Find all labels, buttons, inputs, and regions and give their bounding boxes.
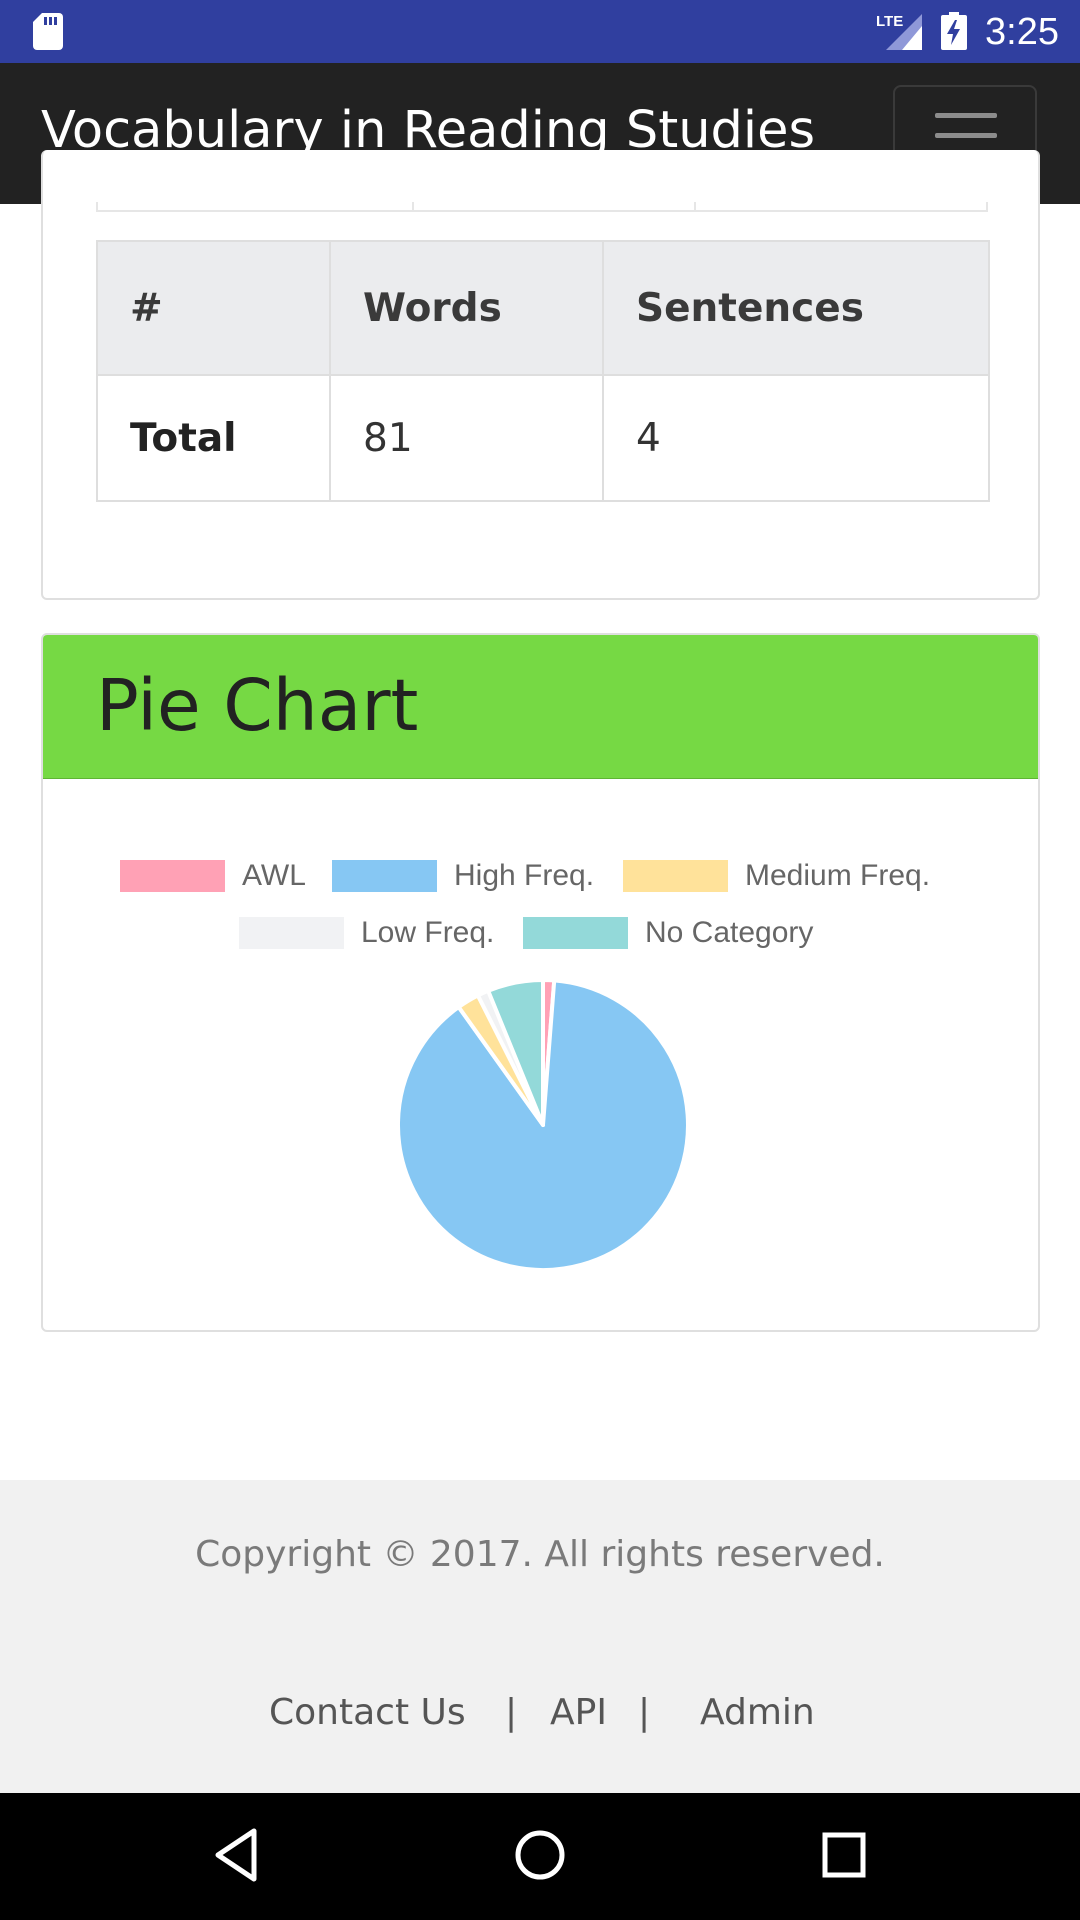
sd-card-icon: [33, 13, 63, 50]
legend-swatch: [623, 860, 728, 892]
row-label-total: Total: [96, 374, 331, 502]
admin-link[interactable]: Admin: [700, 1688, 815, 1738]
api-link[interactable]: API: [550, 1688, 607, 1738]
home-icon[interactable]: [513, 1827, 567, 1883]
legend-swatch: [120, 860, 225, 892]
copyright-text: Copyright © 2017. All rights reserved.: [195, 1534, 885, 1575]
back-icon[interactable]: [214, 1827, 258, 1883]
column-header-number: #: [96, 240, 331, 376]
pie-card-header: Pie Chart: [43, 635, 1038, 779]
total-words-value: 81: [329, 374, 604, 502]
legend-label-medium-freq: Medium Freq.: [745, 859, 931, 892]
battery-charging-icon: [941, 12, 967, 50]
counts-table: # Words Sentences Total 81 4: [96, 240, 990, 502]
hamburger-menu-icon-bar: [935, 133, 997, 138]
lte-signal-icon: LTE: [876, 13, 922, 50]
system-navigation-bar: [0, 1793, 1080, 1920]
network-type-label: LTE: [876, 13, 903, 30]
table-row: Total 81 4: [96, 374, 990, 502]
recents-icon[interactable]: [821, 1827, 867, 1883]
column-header-words: Words: [329, 240, 604, 376]
legend-label-high-freq: High Freq.: [454, 859, 595, 892]
pie-card-title: Pie Chart: [96, 664, 419, 747]
legend-swatch: [239, 917, 344, 949]
pie-chart-card: Pie Chart AWL High Freq. Medium Freq. Lo…: [41, 633, 1040, 1332]
total-sentences-value: 4: [602, 374, 990, 502]
legend-swatch: [332, 860, 437, 892]
column-header-sentences: Sentences: [602, 240, 990, 376]
pie-chart[interactable]: [393, 975, 693, 1275]
footer-separator: |: [638, 1692, 651, 1733]
status-bar: LTE 3:25: [0, 0, 1080, 63]
previous-table-bottom: [96, 202, 988, 212]
table-divider: [412, 202, 414, 212]
contact-us-link[interactable]: Contact Us: [269, 1688, 466, 1738]
table-divider: [694, 202, 696, 212]
legend-label-no-category: No Category: [645, 916, 814, 949]
footer-separator: |: [505, 1692, 518, 1733]
legend-label-low-freq: Low Freq.: [361, 916, 495, 949]
legend-swatch: [523, 917, 628, 949]
hamburger-menu-icon: [935, 113, 997, 118]
table-header-row: # Words Sentences: [96, 240, 990, 376]
status-clock: 3:25: [985, 11, 1059, 53]
summary-card: # Words Sentences Total 81 4: [41, 150, 1040, 600]
legend-label-awl: AWL: [242, 859, 306, 892]
page-footer: Copyright © 2017. All rights reserved. C…: [0, 1480, 1080, 1793]
